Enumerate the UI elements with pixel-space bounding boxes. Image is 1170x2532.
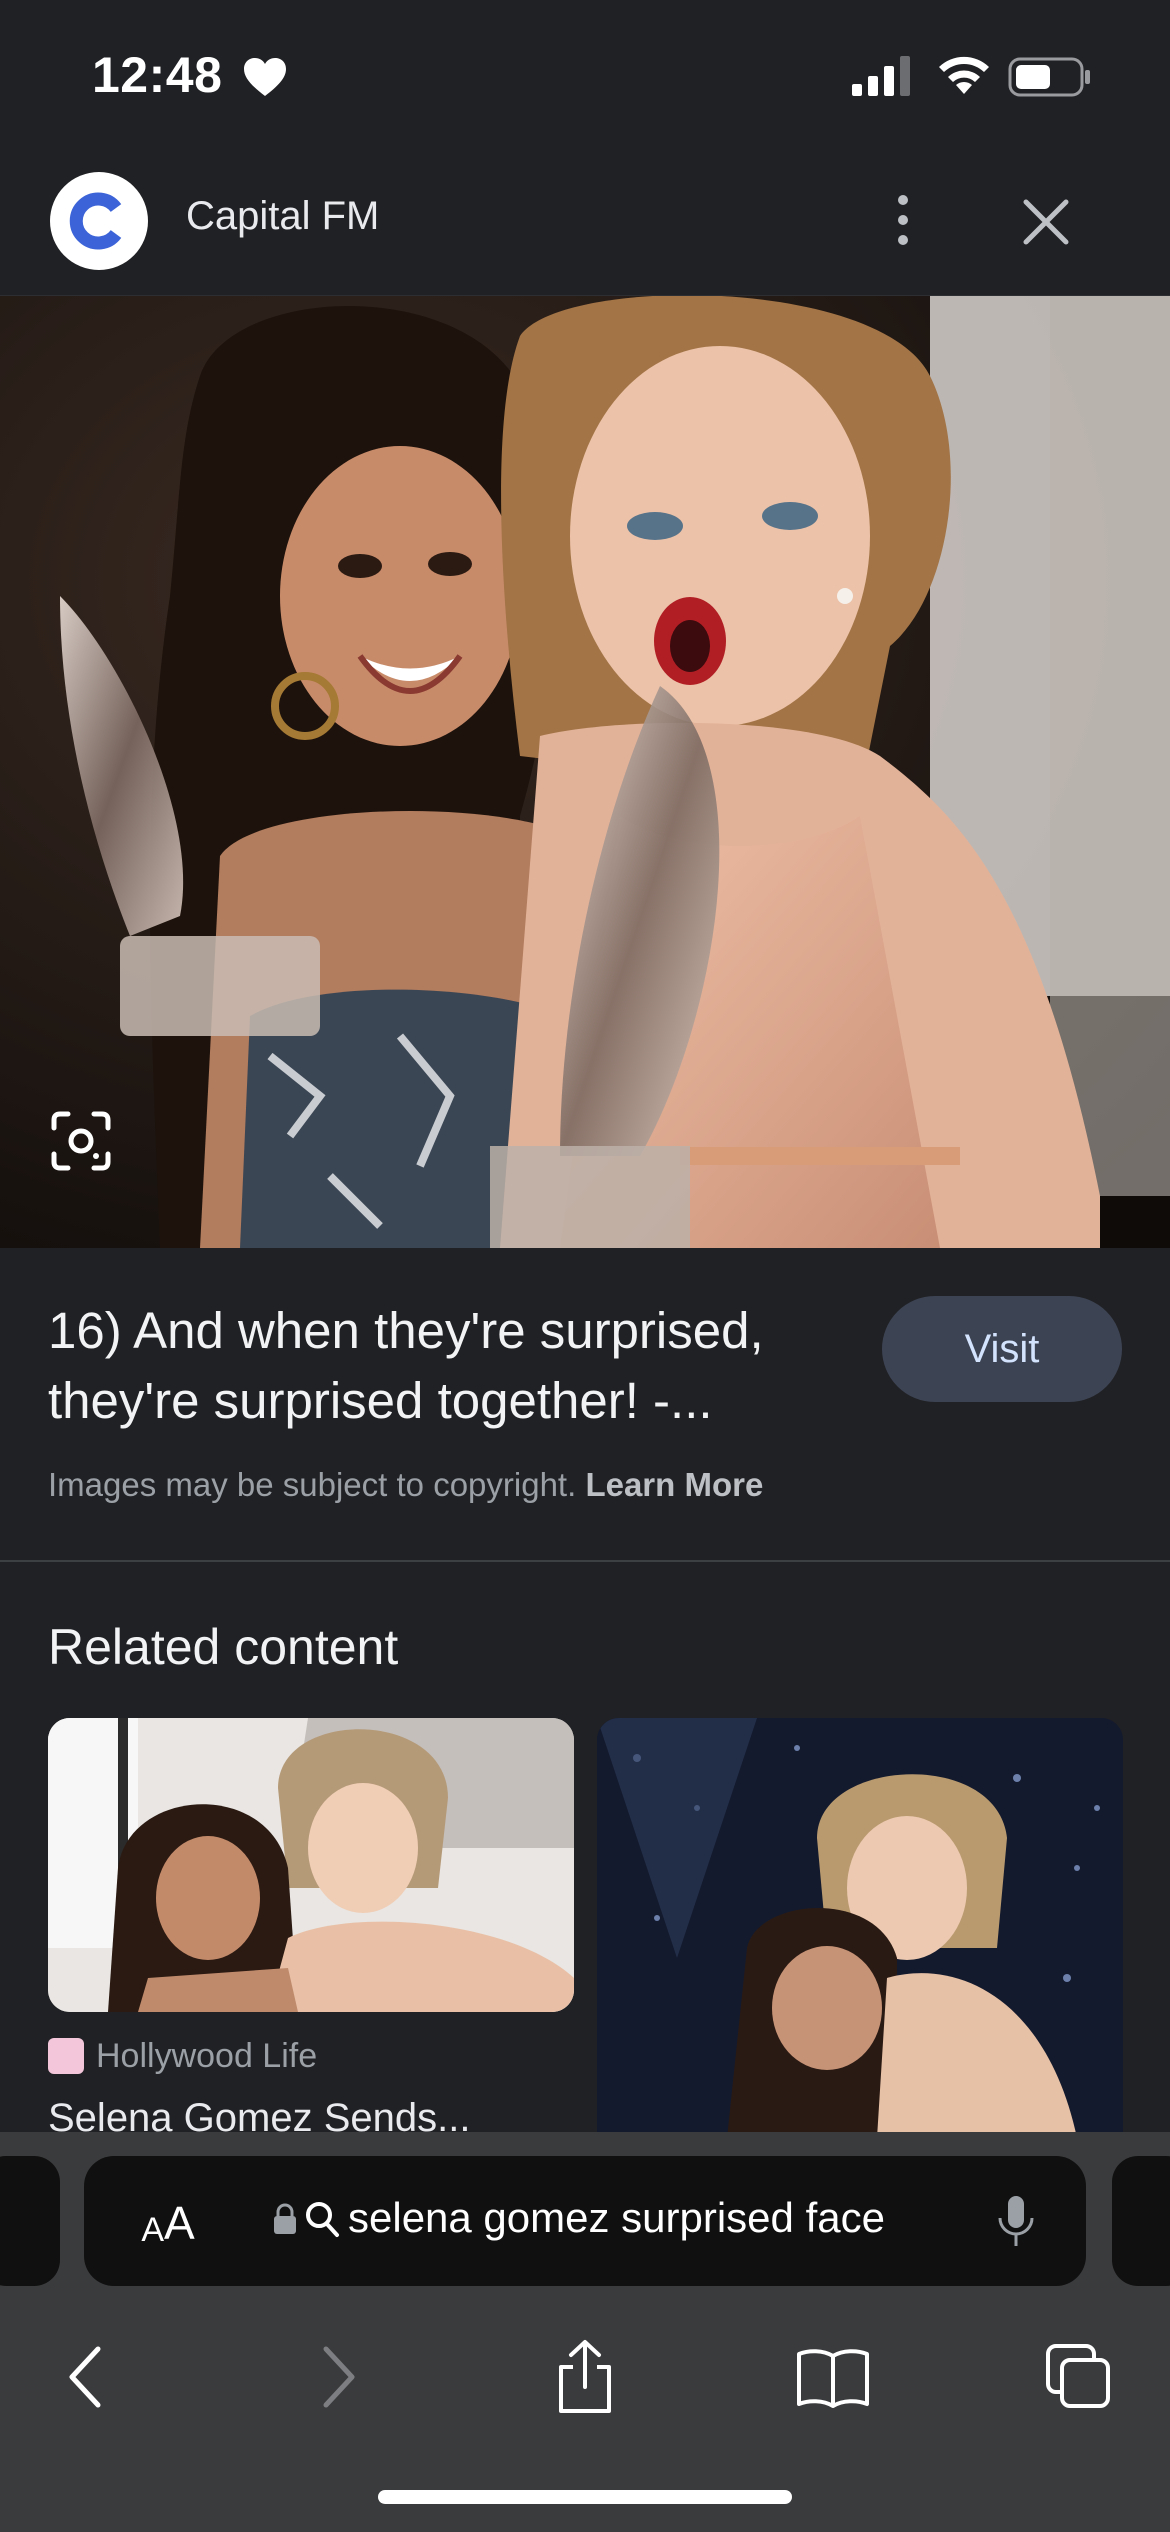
- search-icon: [306, 2202, 339, 2237]
- tabs-icon: [1046, 2344, 1110, 2408]
- text-size-button[interactable]: A A: [128, 2190, 208, 2250]
- heart-icon: [244, 58, 286, 96]
- microphone-icon[interactable]: [996, 2194, 1036, 2250]
- battery-icon: [1008, 57, 1090, 97]
- related-item-source: Hollywood Life: [48, 2036, 317, 2076]
- related-photo-2: [597, 1718, 1123, 2138]
- learn-more-link[interactable]: Learn More: [585, 1466, 763, 1503]
- related-item-thumbnail[interactable]: [48, 1718, 574, 2012]
- related-photo-1: [48, 1718, 574, 2012]
- aa-big-glyph: A: [164, 2197, 195, 2249]
- back-button[interactable]: [44, 2332, 128, 2422]
- more-vertical-icon[interactable]: [878, 190, 928, 250]
- related-item[interactable]: Hollywood Life Selena Gomez Sends...: [48, 1718, 574, 2140]
- book-icon: [797, 2349, 869, 2408]
- cellular-signal-icon: [852, 56, 910, 96]
- capital-fm-logo: [52, 174, 146, 268]
- lens-search-icon[interactable]: [50, 1110, 112, 1172]
- share-button[interactable]: [540, 2332, 630, 2422]
- source-favicon-icon: [48, 2038, 84, 2074]
- site-name[interactable]: Capital FM: [186, 194, 379, 239]
- copyright-notice: Images may be subject to copyright. Lear…: [48, 1466, 763, 1504]
- related-content-heading: Related content: [48, 1619, 399, 1675]
- bookmarks-button[interactable]: [788, 2332, 878, 2422]
- status-bar: 12:48: [0, 0, 1170, 150]
- browser-toolbar-area: A A selena gomez surprised face: [0, 2132, 1170, 2532]
- photo-two-women-with-trophies: [0, 296, 1170, 1248]
- status-time: 12:48: [92, 47, 223, 103]
- tabs-button[interactable]: [1034, 2332, 1124, 2422]
- forward-button[interactable]: [296, 2332, 380, 2422]
- address-bar[interactable]: A A selena gomez surprised face: [84, 2156, 1086, 2286]
- back-chevron-icon: [69, 2346, 101, 2408]
- related-source-name: Hollywood Life: [96, 2036, 318, 2075]
- related-item-thumbnail[interactable]: [597, 1718, 1123, 2138]
- result-caption[interactable]: 16) And when they're surprised, they're …: [48, 1296, 868, 1436]
- wifi-icon: [939, 56, 989, 94]
- site-logo[interactable]: [50, 172, 148, 270]
- visit-button[interactable]: Visit: [882, 1296, 1122, 1402]
- share-icon: [559, 2340, 611, 2413]
- close-icon[interactable]: [1018, 194, 1074, 250]
- result-caption-panel: 16) And when they're surprised, they're …: [0, 1248, 1170, 1560]
- home-indicator[interactable]: [378, 2490, 792, 2504]
- next-tab-preview[interactable]: [1112, 2156, 1170, 2286]
- section-divider: [0, 1560, 1170, 1562]
- lock-icon: [274, 2203, 296, 2234]
- viewer-header: Capital FM: [0, 150, 1170, 296]
- aa-small-glyph: A: [141, 2211, 164, 2249]
- related-item[interactable]: [597, 1718, 1123, 2138]
- previous-tab-preview[interactable]: [0, 2156, 60, 2286]
- copyright-text: Images may be subject to copyright.: [48, 1466, 577, 1503]
- address-text[interactable]: selena gomez surprised face: [348, 2194, 885, 2242]
- forward-chevron-icon: [323, 2346, 355, 2408]
- result-image[interactable]: [0, 296, 1170, 1248]
